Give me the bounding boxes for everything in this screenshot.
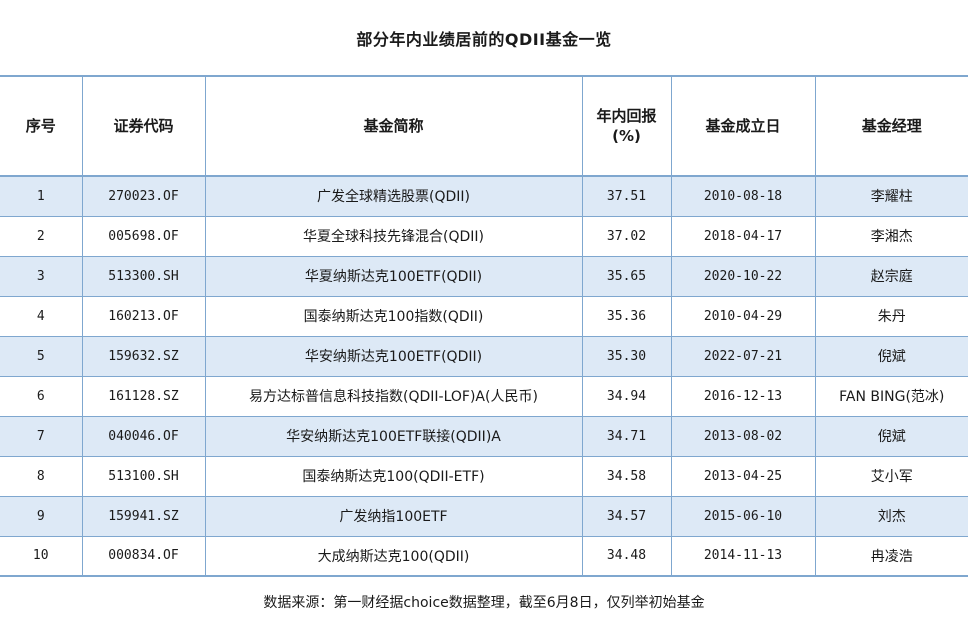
cell-return: 34.94 bbox=[581, 376, 672, 417]
cell-return: 34.71 bbox=[581, 416, 672, 457]
col-header-manager: 基金经理 bbox=[814, 75, 968, 177]
cell-name: 国泰纳斯达克100指数(QDII) bbox=[204, 296, 583, 337]
cell-return: 34.58 bbox=[581, 456, 672, 497]
cell-name: 广发纳指100ETF bbox=[204, 496, 583, 537]
col-header-return-unit: (%) bbox=[612, 127, 641, 145]
cell-manager: 朱丹 bbox=[814, 296, 968, 337]
fund-table: 序号 证券代码 基金简称 年内回报 (%) 基金成立日 基金经理 1 27002… bbox=[0, 75, 968, 577]
cell-code: 159941.SZ bbox=[81, 496, 206, 537]
cell-inception: 2010-08-18 bbox=[670, 176, 816, 217]
cell-code: 270023.OF bbox=[81, 176, 206, 217]
cell-return: 35.65 bbox=[581, 256, 672, 297]
cell-inception: 2015-06-10 bbox=[670, 496, 816, 537]
cell-manager: 冉凌浩 bbox=[814, 536, 968, 577]
source-note: 数据来源：第一财经据choice数据整理，截至6月8日，仅列举初始基金 bbox=[263, 595, 705, 611]
col-header-index: 序号 bbox=[0, 75, 83, 177]
cell-name: 广发全球精选股票(QDII) bbox=[204, 176, 583, 217]
cell-manager: 艾小军 bbox=[814, 456, 968, 497]
cell-return: 35.30 bbox=[581, 336, 672, 377]
cell-inception: 2013-04-25 bbox=[670, 456, 816, 497]
table-row: 8 513100.SH 国泰纳斯达克100(QDII-ETF) 34.58 20… bbox=[0, 456, 968, 497]
cell-return: 37.02 bbox=[581, 216, 672, 257]
table-header-row: 序号 证券代码 基金简称 年内回报 (%) 基金成立日 基金经理 bbox=[0, 75, 968, 177]
cell-manager: 赵宗庭 bbox=[814, 256, 968, 297]
col-header-return-label: 年内回报 bbox=[596, 107, 657, 125]
cell-manager: 倪斌 bbox=[814, 336, 968, 377]
cell-index: 6 bbox=[0, 376, 83, 417]
cell-name: 国泰纳斯达克100(QDII-ETF) bbox=[204, 456, 583, 497]
cell-code: 513100.SH bbox=[81, 456, 206, 497]
cell-inception: 2018-04-17 bbox=[670, 216, 816, 257]
cell-code: 161128.SZ bbox=[81, 376, 206, 417]
cell-manager: 刘杰 bbox=[814, 496, 968, 537]
cell-code: 513300.SH bbox=[81, 256, 206, 297]
cell-inception: 2022-07-21 bbox=[670, 336, 816, 377]
cell-index: 5 bbox=[0, 336, 83, 377]
cell-manager: 李湘杰 bbox=[814, 216, 968, 257]
cell-manager: FAN BING(范冰) bbox=[814, 376, 968, 417]
cell-inception: 2014-11-13 bbox=[670, 536, 816, 577]
cell-index: 4 bbox=[0, 296, 83, 337]
cell-code: 005698.OF bbox=[81, 216, 206, 257]
page-title: 部分年内业绩居前的QDII基金一览 bbox=[356, 30, 612, 49]
cell-code: 040046.OF bbox=[81, 416, 206, 457]
cell-name: 华安纳斯达克100ETF联接(QDII)A bbox=[204, 416, 583, 457]
cell-return: 34.48 bbox=[581, 536, 672, 577]
cell-index: 2 bbox=[0, 216, 83, 257]
cell-manager: 倪斌 bbox=[814, 416, 968, 457]
cell-name: 华夏纳斯达克100ETF(QDII) bbox=[204, 256, 583, 297]
cell-return: 34.57 bbox=[581, 496, 672, 537]
col-header-code: 证券代码 bbox=[81, 75, 206, 177]
cell-index: 9 bbox=[0, 496, 83, 537]
cell-index: 8 bbox=[0, 456, 83, 497]
cell-name: 易方达标普信息科技指数(QDII-LOF)A(人民币) bbox=[204, 376, 583, 417]
table-row: 6 161128.SZ 易方达标普信息科技指数(QDII-LOF)A(人民币) … bbox=[0, 376, 968, 417]
cell-inception: 2016-12-13 bbox=[670, 376, 816, 417]
table-row: 7 040046.OF 华安纳斯达克100ETF联接(QDII)A 34.71 … bbox=[0, 416, 968, 457]
table-row: 5 159632.SZ 华安纳斯达克100ETF(QDII) 35.30 202… bbox=[0, 336, 968, 377]
cell-index: 10 bbox=[0, 536, 83, 577]
col-header-return: 年内回报 (%) bbox=[581, 75, 672, 177]
cell-name: 大成纳斯达克100(QDII) bbox=[204, 536, 583, 577]
table-row: 4 160213.OF 国泰纳斯达克100指数(QDII) 35.36 2010… bbox=[0, 296, 968, 337]
cell-name: 华安纳斯达克100ETF(QDII) bbox=[204, 336, 583, 377]
table-row: 1 270023.OF 广发全球精选股票(QDII) 37.51 2010-08… bbox=[0, 176, 968, 217]
cell-inception: 2013-08-02 bbox=[670, 416, 816, 457]
cell-code: 160213.OF bbox=[81, 296, 206, 337]
col-header-name: 基金简称 bbox=[204, 75, 583, 177]
table-row: 3 513300.SH 华夏纳斯达克100ETF(QDII) 35.65 202… bbox=[0, 256, 968, 297]
cell-inception: 2010-04-29 bbox=[670, 296, 816, 337]
cell-code: 159632.SZ bbox=[81, 336, 206, 377]
table-row: 9 159941.SZ 广发纳指100ETF 34.57 2015-06-10 … bbox=[0, 496, 968, 537]
cell-index: 1 bbox=[0, 176, 83, 217]
cell-index: 3 bbox=[0, 256, 83, 297]
col-header-inception: 基金成立日 bbox=[670, 75, 816, 177]
cell-name: 华夏全球科技先锋混合(QDII) bbox=[204, 216, 583, 257]
cell-code: 000834.OF bbox=[81, 536, 206, 577]
cell-index: 7 bbox=[0, 416, 83, 457]
cell-inception: 2020-10-22 bbox=[670, 256, 816, 297]
table-row: 10 000834.OF 大成纳斯达克100(QDII) 34.48 2014-… bbox=[0, 536, 968, 577]
cell-return: 37.51 bbox=[581, 176, 672, 217]
cell-manager: 李耀柱 bbox=[814, 176, 968, 217]
cell-return: 35.36 bbox=[581, 296, 672, 337]
table-row: 2 005698.OF 华夏全球科技先锋混合(QDII) 37.02 2018-… bbox=[0, 216, 968, 257]
